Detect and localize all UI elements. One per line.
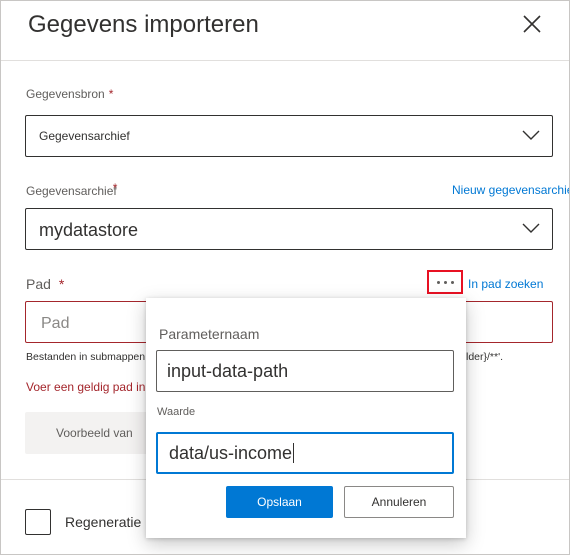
datastore-label-text: Gegevensarchief — [26, 184, 117, 198]
datastore-label: Gegevensarchief* — [26, 181, 118, 198]
header-divider — [1, 60, 569, 61]
import-data-dialog: Gegevens importeren Gegevensbron * Gegeve… — [0, 0, 570, 555]
save-button[interactable]: Opslaan — [226, 486, 333, 518]
parameter-name-value: input-data-path — [167, 360, 289, 381]
value-text: data/us-income — [169, 442, 293, 463]
datastore-select[interactable]: mydatastore — [25, 208, 553, 250]
new-datastore-link[interactable]: Nieuw gegevensarchief — [452, 183, 569, 197]
chevron-down-icon — [522, 223, 540, 233]
value-input[interactable]: data/us-income — [156, 432, 454, 474]
dialog-title: Gegevens importeren — [28, 11, 259, 38]
chevron-down-icon — [522, 130, 540, 140]
parameter-name-input[interactable]: input-data-path — [156, 350, 454, 392]
parameter-name-label: Parameternaam — [159, 326, 260, 342]
path-label: Pad * — [26, 276, 64, 292]
data-source-value: Gegevensarchief — [39, 129, 130, 143]
datastore-value: mydatastore — [39, 220, 139, 240]
data-source-label-text: Gegevensbron — [26, 87, 105, 101]
required-mark: * — [112, 181, 118, 195]
regenerate-checkbox[interactable] — [25, 509, 51, 535]
data-source-select[interactable]: Gegevensarchief — [25, 115, 553, 157]
path-error-message: Voer een geldig pad in — [26, 380, 146, 394]
data-source-label: Gegevensbron * — [26, 87, 113, 101]
path-label-text: Pad — [26, 276, 51, 292]
regenerate-label: Regeneratie — [65, 514, 142, 530]
dot — [450, 280, 454, 284]
dot — [443, 280, 447, 284]
value-label: Waarde — [157, 406, 196, 418]
search-in-path-link[interactable]: In pad zoeken — [468, 277, 543, 291]
parameter-popup: Parameternaam input-data-path Waarde dat… — [146, 298, 466, 538]
cancel-button[interactable]: Annuleren — [344, 486, 454, 518]
close-icon[interactable] — [520, 12, 544, 36]
dot — [436, 280, 440, 284]
required-mark: * — [108, 87, 114, 101]
path-pattern-hint: lder}/**'. — [466, 351, 504, 363]
more-ellipsis-icon[interactable] — [427, 270, 463, 294]
preview-button-label: Voorbeeld van — [56, 426, 133, 440]
text-cursor — [293, 443, 295, 463]
path-placeholder: Pad — [41, 315, 70, 332]
required-mark: * — [58, 276, 65, 292]
